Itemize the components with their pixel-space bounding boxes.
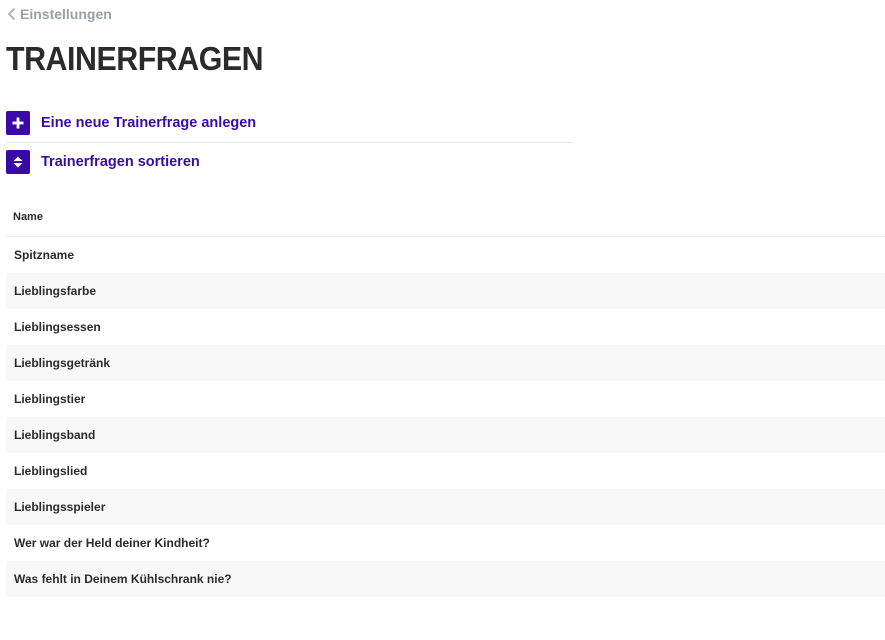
add-trainer-question-label: Eine neue Trainerfrage anlegen — [41, 115, 257, 131]
table-header-name: Name — [6, 198, 885, 237]
action-list: Eine neue Trainerfrage anlegen Trainerfr… — [6, 104, 572, 181]
sort-trainer-questions-label: Trainerfragen sortieren — [41, 154, 200, 170]
table-row[interactable]: Wer war der Held deiner Kindheit? — [6, 525, 885, 561]
plus-icon — [6, 111, 30, 135]
add-trainer-question-button[interactable]: Eine neue Trainerfrage anlegen — [6, 104, 572, 142]
breadcrumb-label: Einstellungen — [20, 6, 112, 22]
table-row[interactable]: Lieblingsgetränk — [6, 345, 885, 381]
table-row[interactable]: Spitzname — [6, 237, 885, 273]
table-row[interactable]: Lieblingstier — [6, 381, 885, 417]
table-row[interactable]: Lieblingsspieler — [6, 489, 885, 525]
table-row[interactable]: Lieblingslied — [6, 453, 885, 489]
table-row[interactable]: Lieblingsband — [6, 417, 885, 453]
table-row[interactable]: Lieblingsfarbe — [6, 273, 885, 309]
chevron-left-icon — [8, 8, 15, 20]
page-title: TRAINERFRAGEN — [6, 40, 264, 77]
table-row[interactable]: Was fehlt in Deinem Kühlschrank nie? — [6, 561, 885, 597]
breadcrumb-back-link[interactable]: Einstellungen — [7, 6, 112, 22]
settings-page: Einstellungen TRAINERFRAGEN Eine neue Tr… — [0, 0, 885, 640]
trainer-questions-table: Name Spitzname Lieblingsfarbe Lieblingse… — [6, 198, 885, 597]
sort-icon — [6, 150, 30, 174]
table-row[interactable]: Lieblingsessen — [6, 309, 885, 345]
sort-trainer-questions-button[interactable]: Trainerfragen sortieren — [6, 142, 572, 181]
